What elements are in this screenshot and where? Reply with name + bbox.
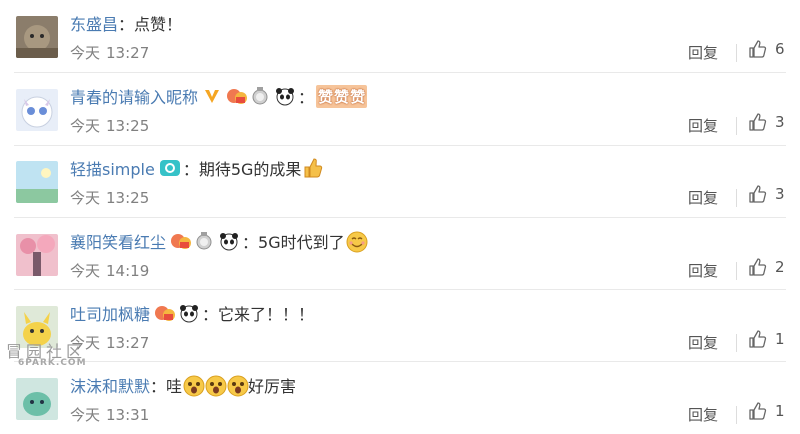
thumbs-up-icon <box>749 258 767 276</box>
avatar[interactable] <box>16 378 58 420</box>
comment-separator: ： <box>182 160 199 179</box>
username[interactable]: 轻描simple <box>70 156 155 180</box>
comment-text: 5G时代到了 <box>258 233 345 252</box>
thumbs-up-emoji <box>301 157 323 179</box>
thumbs-up-icon <box>749 40 767 58</box>
username[interactable]: 吐司加枫糖 <box>70 301 150 325</box>
comment-text-after: 好厉害 <box>248 377 297 396</box>
fans-badge-icon <box>154 303 176 323</box>
action-divider <box>736 262 737 280</box>
watermark-en: 6PARK.COM <box>18 358 87 368</box>
like-count: 2 <box>775 258 785 276</box>
vip-v-icon <box>202 86 222 106</box>
reply-button[interactable]: 回复 <box>688 115 718 136</box>
fans-badge-icon <box>170 231 192 251</box>
like-button[interactable]: 3 <box>748 184 785 204</box>
thumbs-up-icon <box>749 113 767 131</box>
comment-item: 沫沫和默默 ： 哇 好厉害 今天 13:31 回复 1 <box>0 362 800 434</box>
comment-item: 襄阳笑看红尘 ： 5G时代到了 今天 14:19 回复 2 <box>0 218 800 290</box>
username[interactable]: 东盛昌 <box>70 11 118 35</box>
panda-icon <box>274 86 295 106</box>
reply-button[interactable]: 回复 <box>688 332 718 353</box>
username[interactable]: 沫沫和默默 <box>70 373 150 397</box>
comment-item: 东盛昌 ： 点赞！ 今天 13:27 回复 6 <box>0 0 800 72</box>
avatar[interactable] <box>16 161 58 203</box>
timestamp: 今天 13:31 <box>70 406 150 424</box>
like-count: 3 <box>775 113 785 131</box>
reply-button[interactable]: 回复 <box>688 404 718 425</box>
reply-button[interactable]: 回复 <box>688 260 718 281</box>
username[interactable]: 襄阳笑看红尘 <box>70 229 166 253</box>
reply-button[interactable]: 回复 <box>688 187 718 208</box>
surprised-emoji <box>182 374 205 397</box>
like-count: 3 <box>775 185 785 203</box>
like-button[interactable]: 3 <box>748 112 785 132</box>
medal-icon <box>194 231 214 251</box>
fans-badge-icon <box>226 86 248 106</box>
thumbs-up-icon <box>749 330 767 348</box>
timestamp: 今天 13:25 <box>70 117 150 135</box>
reply-button[interactable]: 回复 <box>688 42 718 63</box>
smile-emoji <box>345 230 368 253</box>
like-button[interactable]: 1 <box>748 401 785 421</box>
comment-text-before: 哇 <box>166 377 183 396</box>
panda-icon <box>178 303 199 323</box>
surprised-emoji <box>226 374 249 397</box>
panda-icon <box>218 231 239 251</box>
timestamp: 今天 13:27 <box>70 44 150 62</box>
comment-separator: ： <box>242 233 259 252</box>
comment-text: 点赞！ <box>134 15 183 34</box>
like-count: 1 <box>775 402 785 420</box>
like-count: 1 <box>775 330 785 348</box>
action-divider <box>736 44 737 62</box>
action-divider <box>736 406 737 424</box>
timestamp: 今天 13:25 <box>70 189 150 207</box>
comment-separator: ： <box>118 15 135 34</box>
action-divider <box>736 117 737 135</box>
like-count: 6 <box>775 40 785 58</box>
action-divider <box>736 334 737 352</box>
zan-sticker: 赞赞赞 <box>316 84 368 108</box>
action-divider <box>736 189 737 207</box>
surprised-emoji <box>204 374 227 397</box>
medal-icon <box>250 86 270 106</box>
timestamp: 今天 14:19 <box>70 262 150 280</box>
thumbs-up-icon <box>749 402 767 420</box>
comment-item: 青春的请输入昵称 ： 赞赞赞 今天 13:25 回复 3 <box>0 73 800 145</box>
comment-item: 吐司加枫糖 ： 它来了！！！ 今天 13:27 回复 1 <box>0 290 800 362</box>
comment-separator: ： <box>150 377 167 396</box>
camera-badge-icon <box>159 158 180 178</box>
comment-text: 它来了！！！ <box>218 305 315 324</box>
like-button[interactable]: 6 <box>748 39 785 59</box>
comment-text: 期待5G的成果 <box>198 160 302 179</box>
comment-item: 轻描simple ： 期待5G的成果 今天 13:25 回复 3 <box>0 145 800 217</box>
comment-separator: ： <box>202 305 219 324</box>
thumbs-up-icon <box>749 185 767 203</box>
avatar[interactable] <box>16 16 58 58</box>
comment-separator: ： <box>298 88 315 107</box>
like-button[interactable]: 2 <box>748 257 785 277</box>
avatar[interactable] <box>16 234 58 276</box>
avatar[interactable] <box>16 89 58 131</box>
like-button[interactable]: 1 <box>748 329 785 349</box>
username[interactable]: 青春的请输入昵称 <box>70 84 198 108</box>
